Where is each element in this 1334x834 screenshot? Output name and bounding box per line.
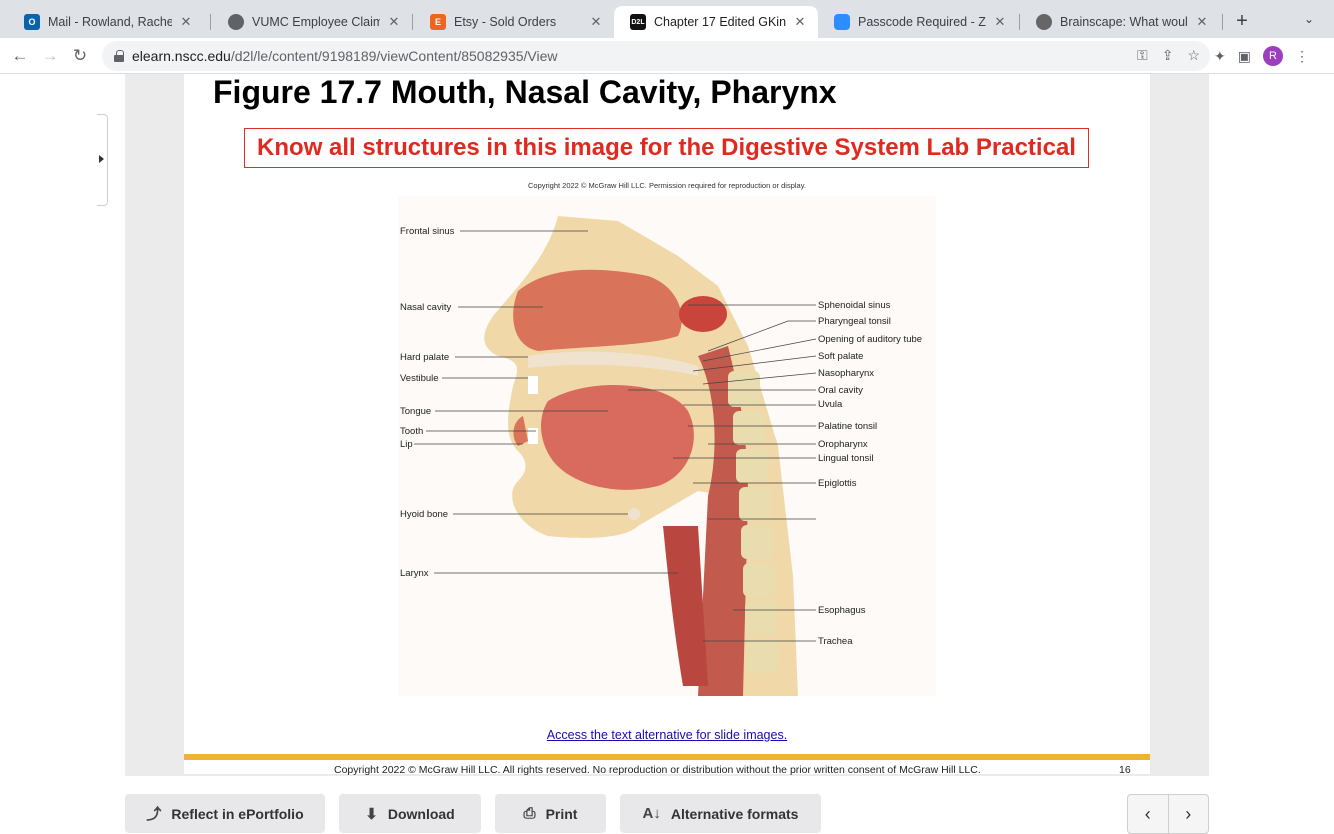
alternative-formats-button[interactable]: A↓ Alternative formats [620, 794, 821, 833]
tab-mail[interactable]: O Mail - Rowland, Rachel - Ou ✕ [8, 6, 204, 38]
label-oropharynx: Oropharynx [818, 439, 868, 450]
close-icon[interactable]: ✕ [588, 14, 604, 30]
label-pharyngeal-tonsil: Pharyngeal tonsil [818, 316, 891, 327]
lock-icon [114, 50, 124, 62]
figure-copyright: Copyright 2022 © McGraw Hill LLC. Permis… [527, 181, 806, 190]
label-auditory-tube: Opening of auditory tube [818, 334, 923, 345]
label-hyoid-bone: Hyoid bone [400, 509, 449, 520]
label-palatine-tonsil: Palatine tonsil [818, 421, 878, 432]
label-lingual-tonsil: Lingual tonsil [818, 453, 874, 464]
share-icon[interactable]: ⇪ [1162, 47, 1174, 64]
page-navigation: ‹ › [1127, 794, 1209, 834]
print-label: Print [545, 805, 578, 822]
tab-brainscape[interactable]: Brainscape: What would yo ✕ [1020, 6, 1220, 38]
avatar[interactable]: R [1262, 46, 1283, 66]
close-icon[interactable]: ✕ [1194, 14, 1210, 30]
back-icon[interactable]: ← [8, 44, 32, 68]
label-esophagus: Esophagus [818, 605, 866, 616]
label-uvula: Uvula [818, 399, 843, 410]
close-icon[interactable]: ✕ [178, 14, 194, 30]
etsy-icon: E [430, 14, 446, 30]
tab-separator [210, 14, 211, 30]
label-tooth: Tooth [400, 426, 424, 437]
menu-icon[interactable]: ⋮ [1295, 48, 1309, 65]
tab-chapter17[interactable]: D2L Chapter 17 Edited GKing - ✕ [614, 6, 818, 38]
tab-separator [412, 14, 413, 30]
tab-title: VUMC Employee Claim [252, 15, 380, 29]
label-nasopharynx: Nasopharynx [818, 368, 874, 379]
page-content: Figure 17.7 Mouth, Nasal Cavity, Pharynx… [0, 74, 1334, 834]
tab-vumc[interactable]: VUMC Employee Claim ✕ [212, 6, 412, 38]
extensions-icon[interactable]: ✦ [1214, 48, 1226, 65]
close-icon[interactable]: ✕ [792, 14, 808, 30]
label-oral-cavity: Oral cavity [818, 385, 863, 396]
sidebar-toggle[interactable] [97, 114, 108, 206]
label-epiglottis: Epiglottis [818, 478, 857, 489]
label-hard-palate: Hard palate [400, 352, 450, 363]
printer-icon: ⎙ [523, 805, 536, 822]
reflect-label: Reflect in ePortfolio [171, 805, 304, 822]
slide-number: 16 [1119, 764, 1131, 776]
forward-icon[interactable]: → [38, 44, 62, 68]
key-icon[interactable]: ⚿ [1137, 47, 1148, 64]
d2l-icon: D2L [630, 14, 646, 30]
reflect-button[interactable]: ⤴ Reflect in ePortfolio [125, 794, 325, 833]
label-soft-palate: Soft palate [818, 351, 864, 362]
label-tongue: Tongue [400, 406, 432, 417]
close-icon[interactable]: ✕ [386, 14, 402, 30]
tab-title: Etsy - Sold Orders [454, 15, 557, 29]
tab-separator [1222, 14, 1223, 30]
tab-title: Chapter 17 Edited GKing - [654, 15, 786, 29]
download-button[interactable]: ⬇ Download [339, 794, 481, 833]
label-lip: Lip [400, 439, 413, 450]
previous-page-button[interactable]: ‹ [1128, 795, 1169, 833]
reload-icon[interactable]: ↻ [68, 44, 92, 68]
slide-accent-bar [184, 754, 1150, 760]
tab-title: Passcode Required - Zoom [858, 15, 986, 29]
address-bar[interactable]: elearn.nscc.edu/d2l/le/content/9198189/v… [102, 41, 1210, 71]
anatomy-figure: Frontal sinus Nasal cavity Hard palate V… [398, 196, 936, 696]
tab-zoom[interactable]: Passcode Required - Zoom ✕ [818, 6, 1018, 38]
label-sphenoidal-sinus: Sphenoidal sinus [818, 300, 891, 311]
browser-toolbar: ← → ↻ elearn.nscc.edu/d2l/le/content/919… [0, 38, 1334, 74]
figure-title: Figure 17.7 Mouth, Nasal Cavity, Pharynx [213, 74, 837, 110]
label-trachea: Trachea [818, 636, 853, 647]
url-text: elearn.nscc.edu/d2l/le/content/9198189/v… [132, 48, 558, 64]
slide-copyright: Copyright 2022 © McGraw Hill LLC. All ri… [334, 764, 981, 776]
star-icon[interactable]: ☆ [1187, 47, 1200, 64]
download-label: Download [387, 805, 455, 822]
alternative-formats-label: Alternative formats [670, 805, 799, 822]
tab-title: Mail - Rowland, Rachel - Ou [48, 15, 172, 29]
label-vestibule: Vestibule [400, 373, 439, 384]
label-frontal-sinus: Frontal sinus [400, 226, 455, 237]
print-button[interactable]: ⎙ Print [495, 794, 606, 833]
text-alternative-link[interactable]: Access the text alternative for slide im… [184, 728, 1150, 742]
next-page-button[interactable]: › [1169, 795, 1209, 833]
label-larynx: Larynx [400, 568, 429, 579]
label-nasal-cavity: Nasal cavity [400, 302, 452, 313]
brainscape-icon [1036, 14, 1052, 30]
outlook-icon: O [24, 14, 40, 30]
zoom-icon [834, 14, 850, 30]
download-icon: ⬇ [365, 805, 378, 823]
action-bar: ⤴ Reflect in ePortfolio ⬇ Download ⎙ Pri… [0, 794, 1334, 834]
side-panel-icon[interactable]: ▣ [1238, 48, 1251, 65]
alternative-formats-icon: A↓ [642, 805, 661, 822]
globe-icon [228, 14, 244, 30]
tab-title: Brainscape: What would yo [1060, 15, 1188, 29]
new-tab-icon[interactable]: + [1231, 10, 1253, 32]
tab-search-icon[interactable]: ⌄ [1304, 12, 1314, 26]
portfolio-icon: ⤴ [146, 806, 162, 823]
slide: Figure 17.7 Mouth, Nasal Cavity, Pharynx… [184, 74, 1150, 776]
callout-box: Know all structures in this image for th… [244, 128, 1089, 168]
close-icon[interactable]: ✕ [992, 14, 1008, 30]
tab-etsy[interactable]: E Etsy - Sold Orders ✕ [414, 6, 614, 38]
